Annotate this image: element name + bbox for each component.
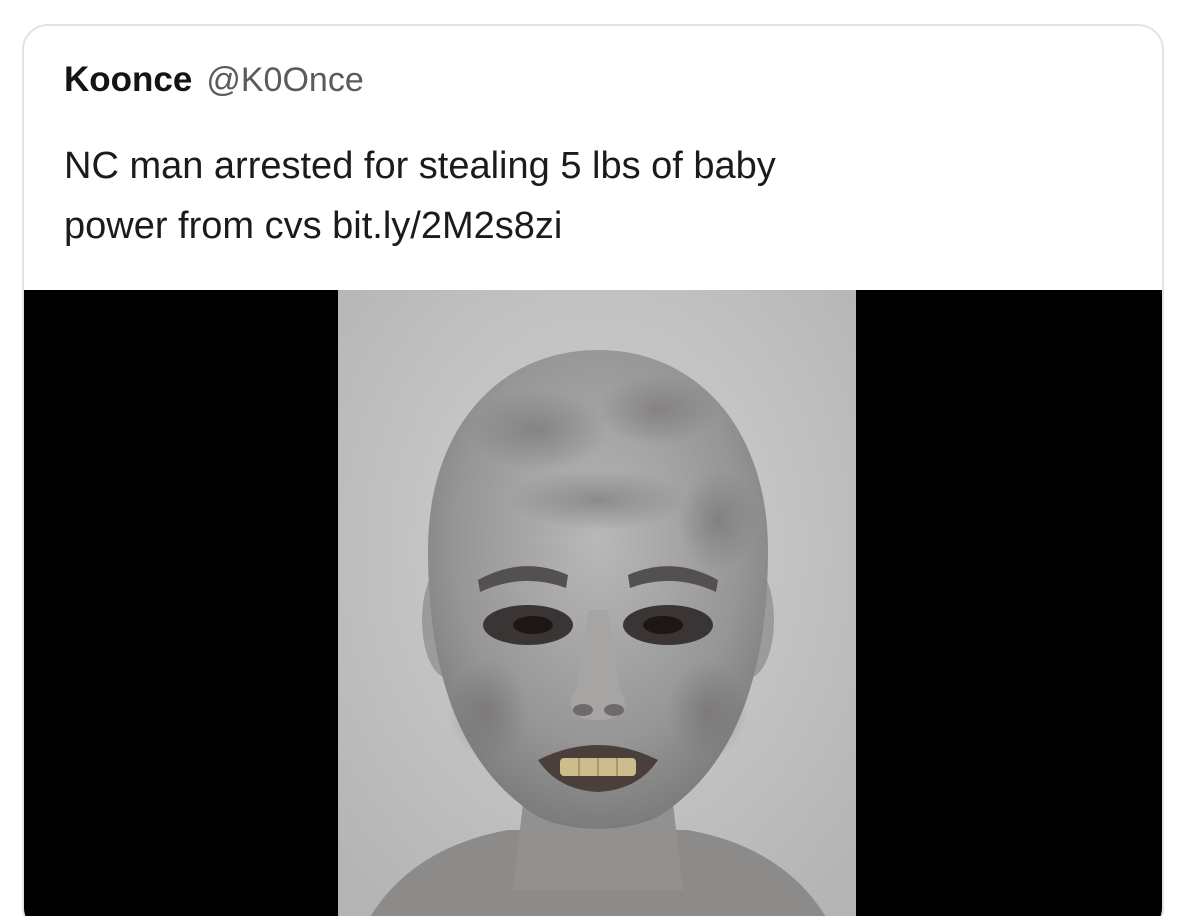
display-name[interactable]: Koonce xyxy=(64,60,192,100)
tweet-link[interactable]: bit.ly/2M2s8zi xyxy=(332,205,562,247)
tweet-media[interactable] xyxy=(24,290,1162,916)
tweet-card[interactable]: Koonce @K0Once NC man arrested for steal… xyxy=(22,24,1164,916)
tweet-photo[interactable] xyxy=(338,290,856,916)
tweet-text-line-2: power from cvs bit.ly/2M2s8zi xyxy=(64,196,1124,256)
mugshot-image xyxy=(338,290,856,916)
page: Koonce @K0Once NC man arrested for steal… xyxy=(0,0,1200,916)
tweet-text-line-1: NC man arrested for stealing 5 lbs of ba… xyxy=(64,145,776,187)
user-handle[interactable]: @K0Once xyxy=(206,61,363,100)
tweet-text-line-2-prefix: power from cvs xyxy=(64,205,333,247)
tweet-text: NC man arrested for stealing 5 lbs of ba… xyxy=(64,136,1124,256)
tweet-header: Koonce @K0Once xyxy=(64,60,364,110)
